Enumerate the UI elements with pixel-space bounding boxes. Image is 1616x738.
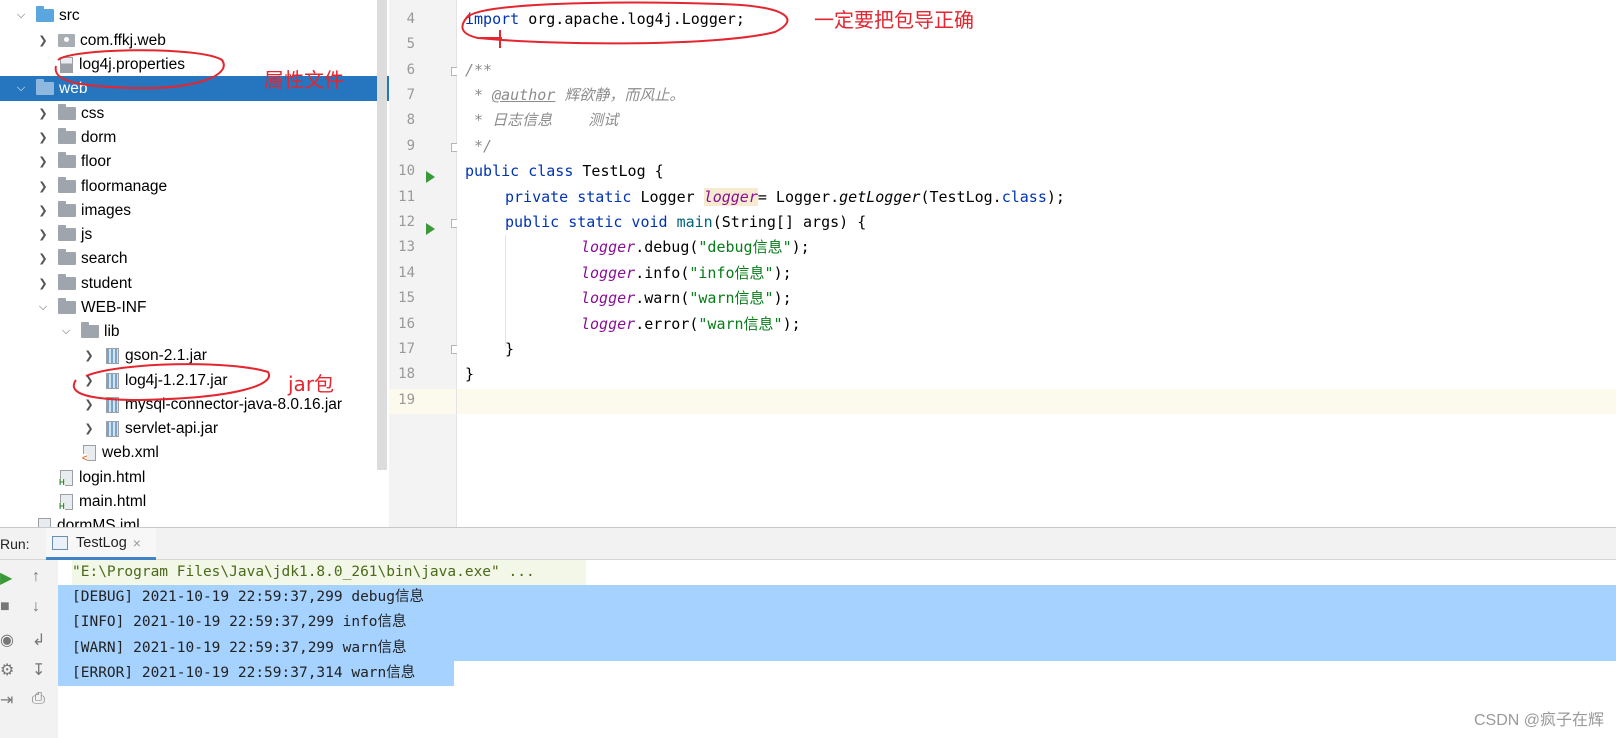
- jar-circle: [73, 363, 271, 402]
- import-cursor-mark: [480, 30, 502, 48]
- properties-annotation: 属性文件: [264, 68, 344, 92]
- import-annotation: 一定要把包导正确: [814, 8, 974, 32]
- jar-annotation: jar包: [288, 372, 335, 396]
- import-circle: [461, 1, 789, 45]
- properties-circle: [54, 49, 225, 90]
- annotation-strokes: [54, 1, 789, 402]
- watermark: CSDN @疯子在辉: [1473, 712, 1604, 729]
